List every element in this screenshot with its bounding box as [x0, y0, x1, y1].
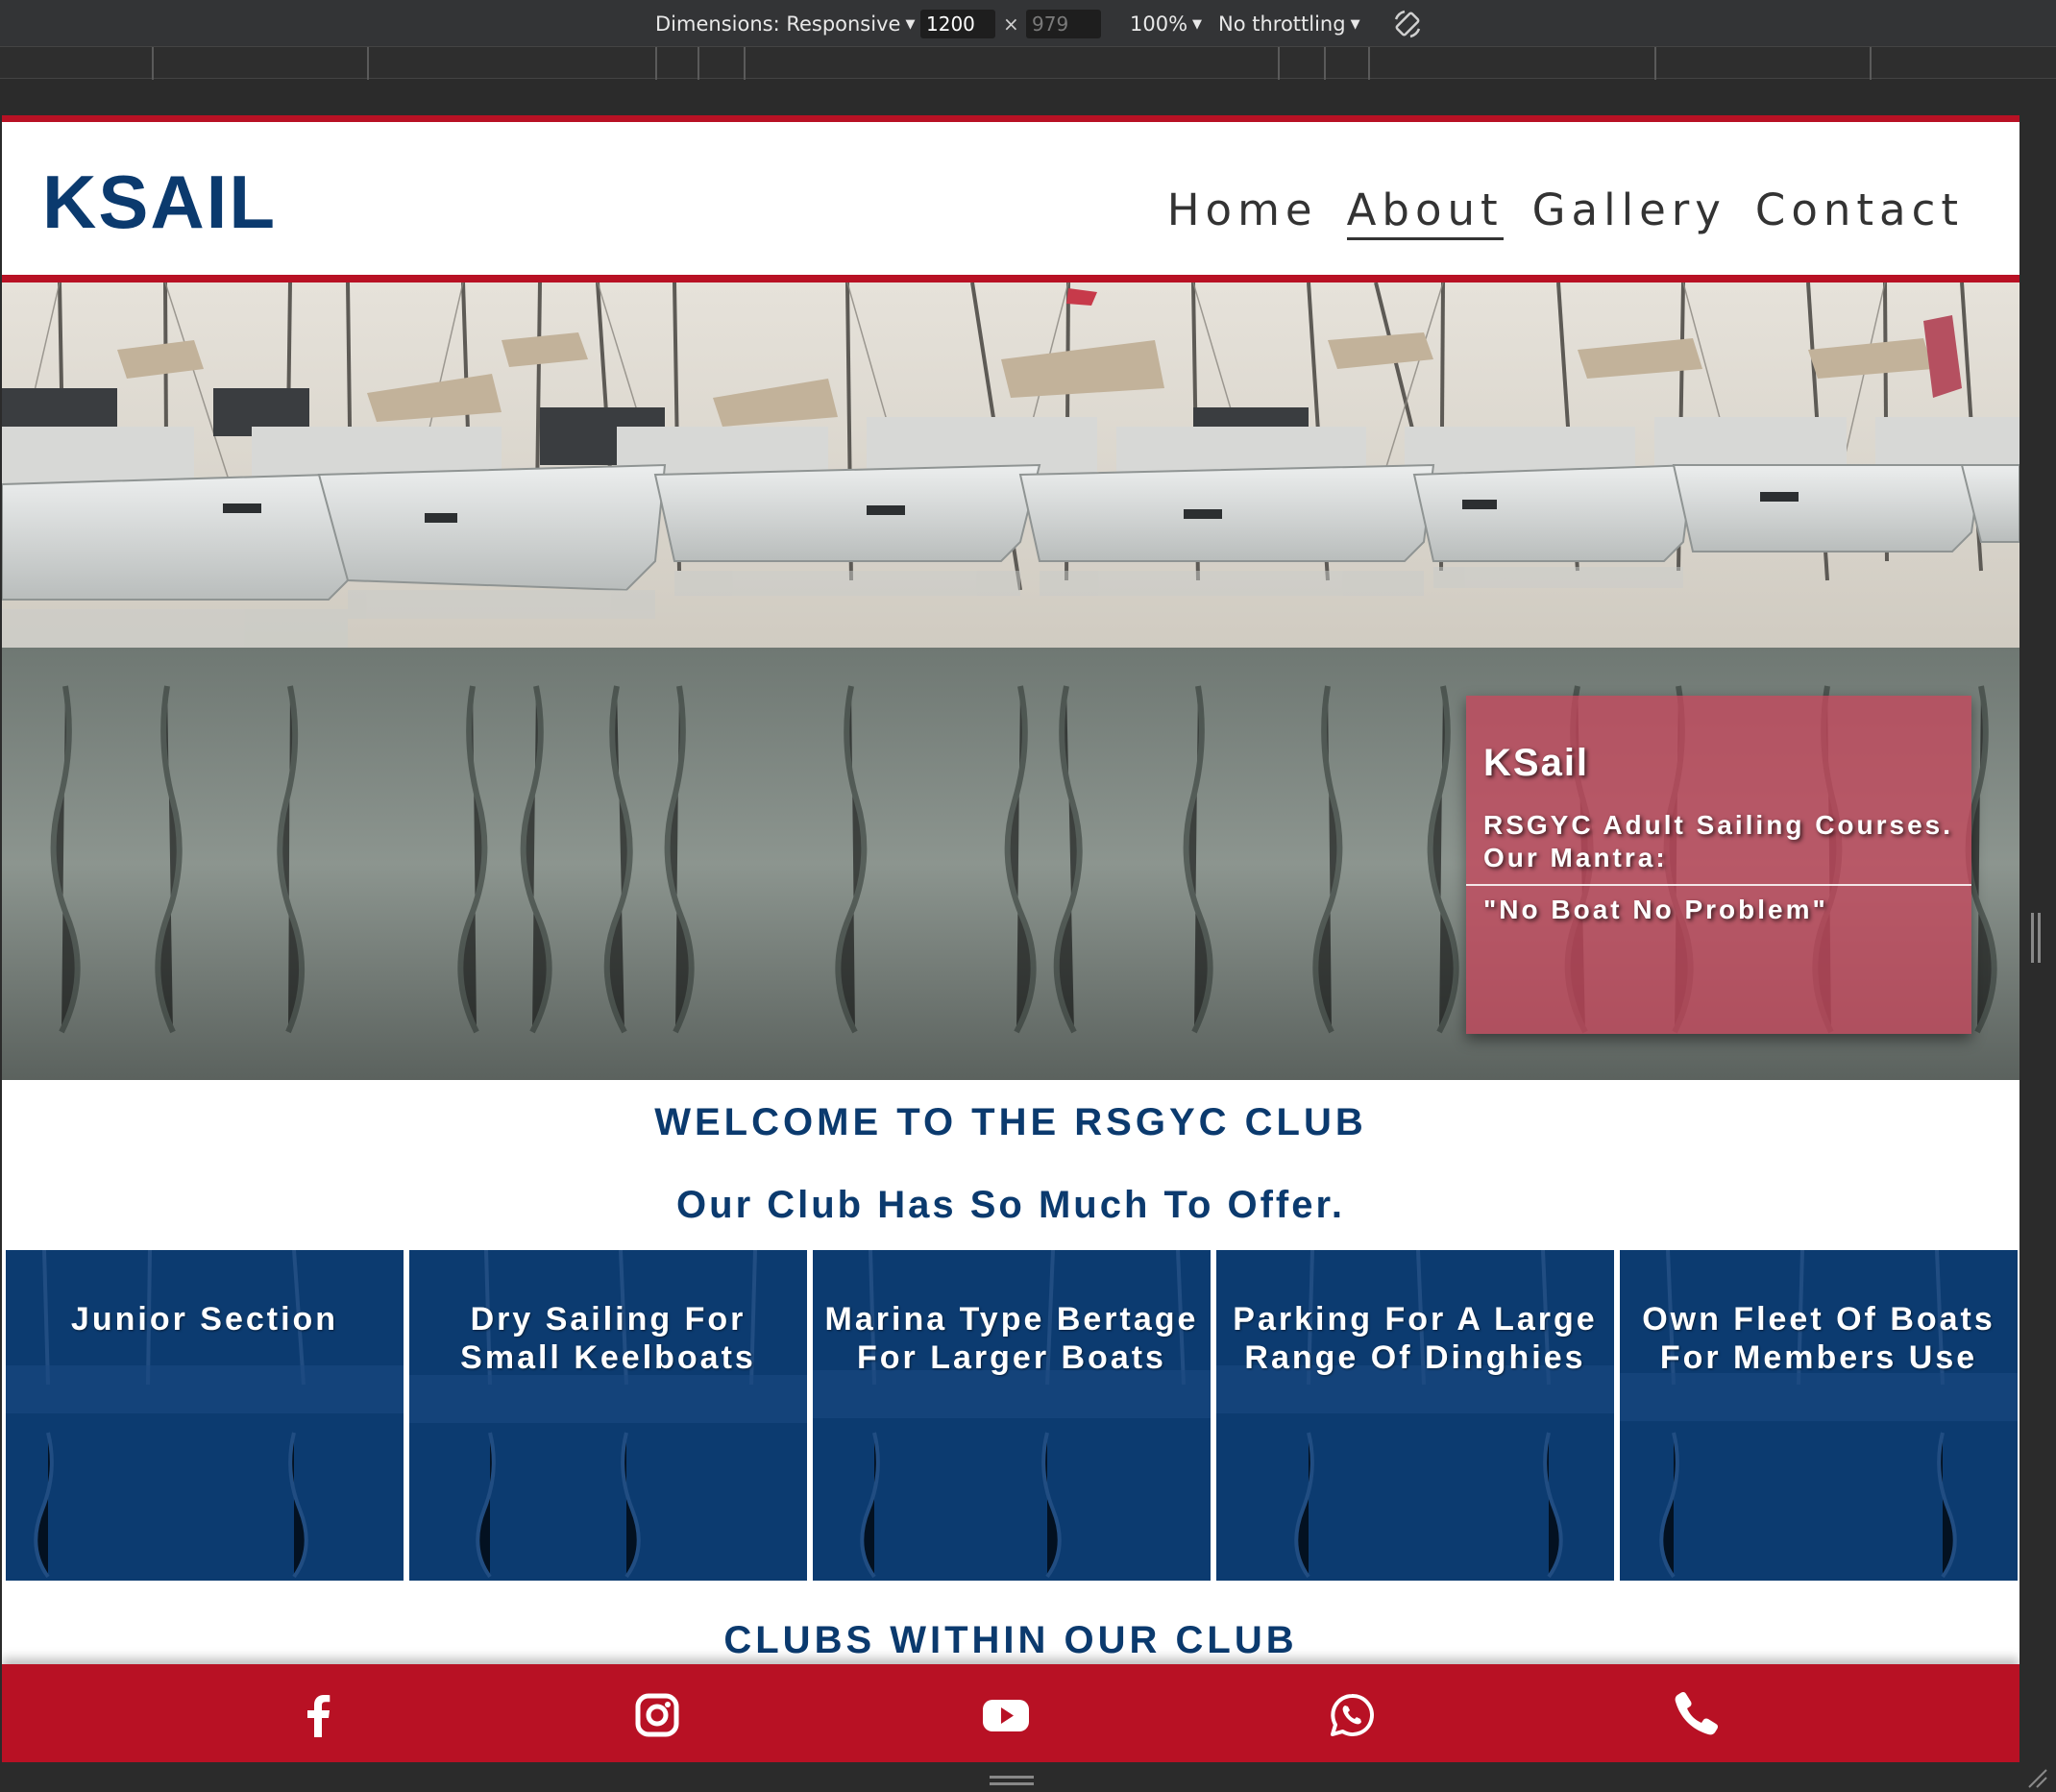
header-accent-stripe: [2, 275, 2019, 282]
hero-section: KSail RSGYC Adult Sailing Courses. Our M…: [2, 282, 2019, 1080]
feature-label: Junior Section: [70, 1301, 339, 1338]
page-viewport: KSAIL Home About Gallery Contact KSail R…: [2, 115, 2019, 1762]
resize-handle-right[interactable]: [2031, 913, 2041, 963]
dimensions-dropdown[interactable]: Dimensions: Responsive ▼: [655, 10, 915, 38]
facebook-icon[interactable]: [295, 1691, 343, 1739]
resize-handle-bottom[interactable]: [990, 1776, 1034, 1785]
clubs-heading: CLUBS WITHIN OUR CLUB: [723, 1619, 1298, 1661]
main-nav: Home About Gallery Contact: [1167, 184, 1964, 240]
zoom-dropdown[interactable]: 100% ▼: [1130, 10, 1202, 38]
feature-card[interactable]: Junior Section: [6, 1250, 404, 1581]
feature-card[interactable]: Marina Type Bertage For Larger Boats: [813, 1250, 1211, 1581]
whatsapp-icon[interactable]: [1328, 1691, 1376, 1739]
nav-gallery[interactable]: Gallery: [1532, 184, 1726, 240]
height-input[interactable]: 979: [1026, 10, 1101, 38]
hero-mantra: "No Boat No Problem": [1483, 895, 1828, 924]
features-grid: Junior Section Dry Sailing For Small Kee…: [6, 1250, 2018, 1581]
instagram-icon[interactable]: [633, 1691, 681, 1739]
youtube-icon[interactable]: [982, 1691, 1030, 1739]
caret-down-icon: ▼: [905, 17, 916, 32]
hero-divider: [1466, 884, 1971, 886]
zoom-label: 100%: [1130, 12, 1188, 36]
device-ruler: [0, 46, 2056, 80]
hero-callout: KSail RSGYC Adult Sailing Courses. Our M…: [1466, 696, 1971, 1034]
throttling-dropdown[interactable]: No throttling ▼: [1218, 10, 1360, 38]
caret-down-icon: ▼: [1192, 17, 1203, 32]
social-bar: [2, 1664, 2019, 1762]
nav-contact[interactable]: Contact: [1755, 184, 1964, 240]
feature-label: Marina Type Bertage For Larger Boats: [824, 1301, 1199, 1376]
top-accent-stripe: [2, 115, 2019, 122]
hero-title: KSail: [1483, 742, 1590, 784]
site-logo[interactable]: KSAIL: [42, 159, 277, 246]
resize-corner-icon[interactable]: [2025, 1766, 2048, 1789]
nav-about[interactable]: About: [1346, 184, 1504, 240]
phone-icon[interactable]: [1674, 1691, 1722, 1739]
site-header: KSAIL Home About Gallery Contact: [2, 122, 2019, 275]
feature-label: Parking For A Large Range Of Dinghies: [1233, 1301, 1598, 1376]
feature-card[interactable]: Own Fleet Of Boats For Members Use: [1620, 1250, 2018, 1581]
times-sign: ×: [1003, 12, 1019, 36]
welcome-heading: WELCOME TO THE RSGYC CLUB: [654, 1101, 1367, 1143]
feature-label: Own Fleet Of Boats For Members Use: [1642, 1301, 1995, 1376]
dimensions-label: Dimensions: Responsive: [655, 12, 901, 36]
nav-home[interactable]: Home: [1167, 184, 1318, 240]
width-input[interactable]: 1200: [920, 10, 995, 38]
hero-tagline: RSGYC Adult Sailing Courses. Our Mantra:: [1483, 810, 1954, 872]
devtools-toolbar: Dimensions: Responsive ▼ 1200 × 979 100% ▼…: [0, 0, 2056, 46]
feature-card[interactable]: Dry Sailing For Small Keelboats: [409, 1250, 807, 1581]
feature-card[interactable]: Parking For A Large Range Of Dinghies: [1216, 1250, 1614, 1581]
feature-label: Dry Sailing For Small Keelboats: [460, 1301, 756, 1376]
throttling-label: No throttling: [1218, 12, 1346, 36]
rotate-icon[interactable]: [1391, 8, 1424, 40]
caret-down-icon: ▼: [1350, 17, 1360, 32]
welcome-subheading: Our Club Has So Much To Offer.: [676, 1184, 1345, 1226]
